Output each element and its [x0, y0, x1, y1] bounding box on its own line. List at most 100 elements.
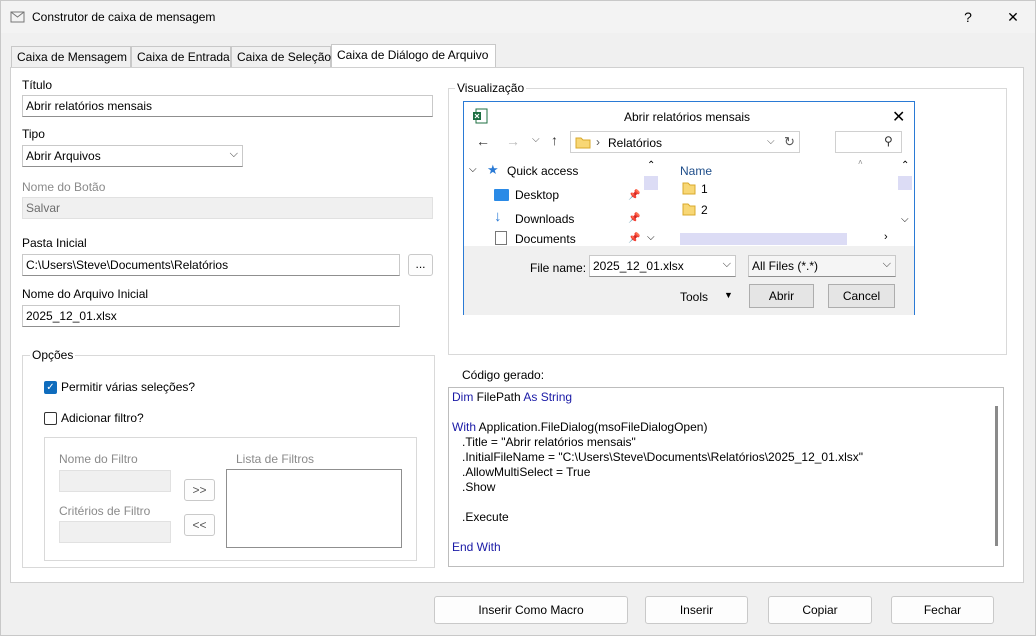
nav-scrollbar[interactable]	[644, 176, 658, 190]
files-hscrollbar[interactable]	[680, 233, 847, 245]
window-title: Construtor de caixa de mensagem	[32, 10, 216, 24]
code-line: With Application.FileDialog(msoFileDialo…	[452, 420, 1000, 435]
open-button[interactable]: Abrir	[749, 284, 814, 308]
refresh-icon[interactable]: ↻	[784, 134, 795, 150]
code-line: .Title = "Abrir relatórios mensais"	[452, 435, 1000, 450]
nome-filtro-label: Nome do Filtro	[59, 452, 138, 466]
cancel-button[interactable]: Cancel	[828, 284, 895, 308]
code-line: End With	[452, 540, 1000, 555]
code-text: .InitialFileName = "C:\Users\Steve\Docum…	[452, 450, 864, 464]
multi-select-label: Permitir várias seleções?	[61, 380, 196, 394]
pasta-input[interactable]: C:\Users\Steve\Documents\Relatórios	[22, 254, 400, 276]
chevron-down-icon: ⌵	[229, 148, 238, 160]
star-icon: ★	[487, 162, 499, 177]
copy-button[interactable]: Copiar	[768, 596, 872, 624]
tab-caixa-de-selecao[interactable]: Caixa de Seleção	[231, 46, 331, 68]
arquivo-label: Nome do Arquivo Inicial	[22, 287, 149, 301]
expand-chevron-icon[interactable]: ⌵	[469, 164, 477, 175]
files-scroll-down-icon[interactable]: ⌵	[901, 214, 909, 225]
nav-scroll-up-icon[interactable]: ⌃	[647, 160, 655, 171]
tab-caixa-de-dialogo-de-arquivo[interactable]: Caixa de Diálogo de Arquivo	[331, 44, 496, 69]
nav-desktop[interactable]: Desktop	[515, 188, 559, 202]
nav-quick-access[interactable]: Quick access	[507, 164, 578, 178]
preview-bottom-bar: File name: 2025_12_01.xlsx ⌵ All Files (…	[464, 246, 914, 315]
remove-filter-button[interactable]: <<	[184, 514, 215, 536]
address-bar[interactable]: › Relatórios ⌵ ↻	[570, 131, 800, 153]
code-line: .Execute	[452, 510, 1000, 525]
recent-chevron-icon[interactable]: ⌵	[532, 134, 540, 145]
forward-arrow-icon[interactable]: →	[506, 133, 520, 149]
file-item[interactable]: 1	[701, 182, 708, 196]
code-text: Application.FileDialog(msoFileDialogOpen…	[478, 420, 708, 434]
titulo-input[interactable]: Abrir relatórios mensais	[22, 95, 433, 117]
pin-icon: 📌	[628, 190, 641, 201]
desktop-icon	[494, 189, 509, 201]
filter-list[interactable]	[226, 469, 402, 548]
search-box[interactable]: ⚲	[835, 131, 902, 153]
nav-documents[interactable]: Documents	[515, 232, 576, 246]
sort-caret-icon: ˄	[858, 158, 863, 167]
app-icon	[10, 11, 25, 23]
help-button[interactable]: ?	[956, 7, 980, 27]
file-name-combo[interactable]: 2025_12_01.xlsx ⌵	[589, 255, 736, 277]
files-scroll-up-icon[interactable]: ⌃	[901, 160, 909, 171]
tools-label[interactable]: Tools	[680, 290, 708, 304]
search-icon: ⚲	[884, 134, 893, 148]
folder-icon	[682, 182, 696, 195]
nav-scroll-down-icon[interactable]: ⌵	[647, 232, 655, 243]
add-filter-button[interactable]: >>	[184, 479, 215, 501]
code-text: .Execute	[452, 510, 509, 524]
code-keyword: Dim	[452, 390, 477, 404]
code-keyword: End With	[452, 540, 501, 554]
lista-filtros-label: Lista de Filtros	[236, 452, 315, 466]
tab-caixa-de-mensagem[interactable]: Caixa de Mensagem	[11, 46, 131, 68]
titulo-label: Título	[22, 78, 53, 92]
tipo-label: Tipo	[22, 127, 45, 141]
file-name-label: File name:	[530, 261, 587, 275]
botao-label: Nome do Botão	[22, 180, 106, 194]
file-type-select[interactable]: All Files (*.*) ⌵	[748, 255, 896, 277]
generated-code-box[interactable]: Dim FilePath As String With Application.F…	[448, 387, 1004, 567]
multi-select-checkbox[interactable]: ✓	[44, 381, 57, 394]
column-name-header[interactable]: Name	[680, 164, 712, 178]
code-label: Código gerado:	[462, 368, 545, 382]
preview-close-icon[interactable]: ✕	[892, 107, 905, 127]
code-text: FilePath	[476, 390, 524, 404]
insert-button[interactable]: Inserir	[645, 596, 748, 624]
hscroll-right-icon[interactable]: ›	[884, 231, 888, 243]
back-arrow-icon[interactable]: ←	[476, 133, 490, 149]
preview-dialog-title: Abrir relatórios mensais	[624, 110, 751, 124]
tools-dropdown-icon[interactable]: ▼	[724, 290, 733, 300]
browse-folder-button[interactable]: ...	[408, 254, 433, 276]
chevron-down-icon: ⌵	[882, 258, 891, 270]
tipo-select-value: Abrir Arquivos	[26, 149, 101, 163]
chevron-down-icon: ⌵	[722, 258, 731, 270]
tipo-select[interactable]: Abrir Arquivos ⌵	[22, 145, 243, 167]
code-scrollbar[interactable]	[995, 406, 998, 546]
add-filter-checkbox[interactable]	[44, 412, 57, 425]
address-chevron-icon[interactable]: ⌵	[767, 136, 775, 147]
code-text: .Show	[452, 480, 496, 494]
pin-icon: 📌	[628, 233, 641, 244]
folder-icon	[682, 203, 696, 216]
code-line: .Show	[452, 480, 1000, 495]
file-item[interactable]: 2	[701, 203, 708, 217]
title-bar: Construtor de caixa de mensagem ? ✕	[1, 1, 1035, 33]
code-lines: Dim FilePath As String With Application.F…	[452, 390, 1000, 555]
insert-as-macro-button[interactable]: Inserir Como Macro	[434, 596, 628, 624]
pasta-label: Pasta Inicial	[22, 236, 87, 250]
tab-caixa-de-entrada[interactable]: Caixa de Entrada	[131, 46, 231, 68]
message-box-builder-window: Construtor de caixa de mensagem ? ✕ Caix…	[0, 0, 1036, 636]
code-text: .Title = "Abrir relatórios mensais"	[452, 435, 636, 449]
nav-downloads[interactable]: Downloads	[515, 212, 574, 226]
arquivo-input[interactable]: 2025_12_01.xlsx	[22, 305, 400, 327]
files-vscrollbar[interactable]	[898, 176, 912, 190]
close-button[interactable]: Fechar	[891, 596, 994, 624]
up-arrow-icon[interactable]: ↑	[551, 132, 558, 148]
file-name-value: 2025_12_01.xlsx	[593, 259, 684, 273]
code-line: .InitialFileName = "C:\Users\Steve\Docum…	[452, 450, 1000, 465]
code-keyword: With	[452, 420, 479, 434]
close-window-button[interactable]: ✕	[1001, 7, 1025, 27]
